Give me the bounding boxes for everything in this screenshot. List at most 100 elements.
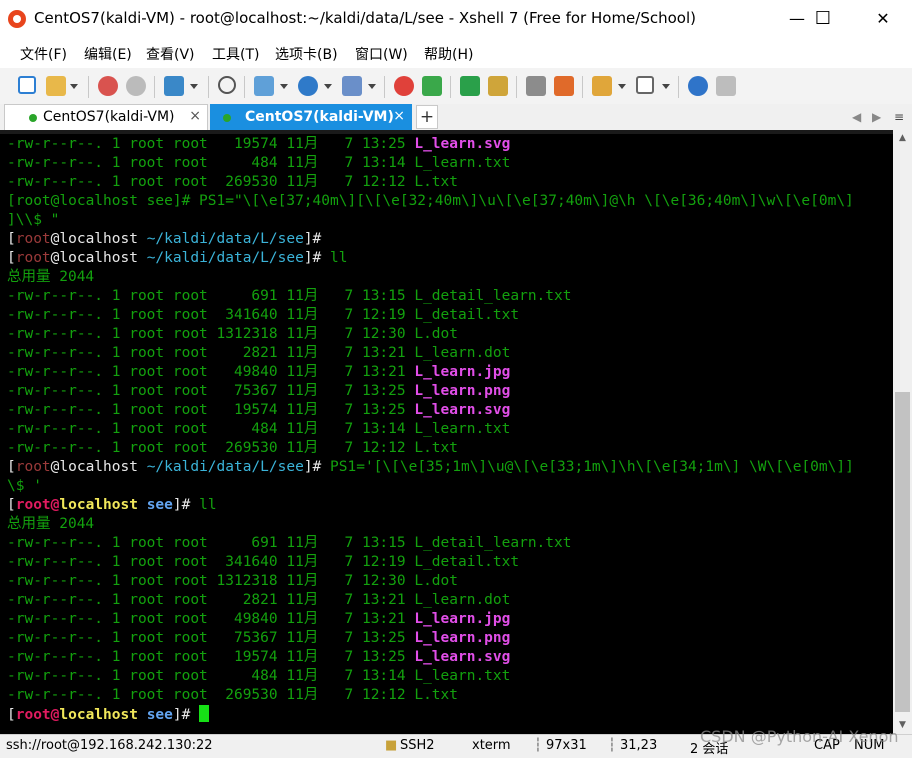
terminal-line: -rw-r--r--. 1 root root 19574 11月 7 13:2…: [7, 136, 511, 152]
terminal-line: \$ ': [7, 478, 42, 494]
terminal-line: -rw-r--r--. 1 root root 19574 11月 7 13:2…: [7, 402, 511, 418]
terminal-prompt-line: [root@localhost see]#: [7, 705, 210, 724]
terminal-line: 总用量 2044: [7, 269, 95, 285]
terminal-line: -rw-r--r--. 1 root root 49840 11月 7 13:2…: [7, 364, 511, 380]
xftp-icon[interactable]: [394, 76, 414, 96]
terminal-line: -rw-r--r--. 1 root root 75367 11月 7 13:2…: [7, 383, 511, 399]
terminal-line: -rw-r--r--. 1 root root 484 11月 7 13:14 …: [7, 421, 511, 437]
toolbar-separator: [244, 76, 245, 98]
keyboard-icon[interactable]: [526, 76, 546, 96]
find-icon[interactable]: [218, 76, 236, 94]
toolbar-separator: [154, 76, 155, 98]
terminal-line: -rw-r--r--. 1 root root 19574 11月 7 13:2…: [7, 649, 511, 665]
connected-status-icon: [223, 114, 231, 122]
open-dropdown-icon[interactable]: [70, 84, 78, 89]
globe-icon[interactable]: [298, 76, 318, 96]
terminal-line: -rw-r--r--. 1 root root 484 11月 7 13:14 …: [7, 668, 511, 684]
terminal-line: -rw-r--r--. 1 root root 341640 11月 7 12:…: [7, 554, 520, 570]
terminal-line: -rw-r--r--. 1 root root 49840 11月 7 13:2…: [7, 611, 511, 627]
chat-icon[interactable]: [716, 76, 736, 96]
terminal-prompt-line: [root@localhost ~/kaldi/data/L/see]# ll: [7, 250, 348, 266]
scroll-up-icon[interactable]: ▲: [893, 130, 912, 147]
terminal-line: -rw-r--r--. 1 root root 691 11月 7 13:15 …: [7, 535, 572, 551]
terminal-line: -rw-r--r--. 1 root root 269530 11月 7 12:…: [7, 687, 458, 703]
help-icon[interactable]: [688, 76, 708, 96]
layout-icon[interactable]: [636, 76, 654, 94]
tab-session-1[interactable]: CentOS7(kaldi-VM) ×: [4, 104, 208, 130]
position-icon: ┆: [608, 738, 616, 753]
new-session-icon[interactable]: [18, 76, 36, 94]
tab-session-2-active[interactable]: CentOS7(kaldi-VM) ×: [210, 104, 412, 130]
tab-scroll-right-icon[interactable]: ▶: [872, 110, 881, 124]
disconnect-icon[interactable]: [126, 76, 146, 96]
tab-list-icon[interactable]: ≡: [894, 110, 904, 124]
terminal-prompt-line: [root@localhost see]# ll: [7, 497, 217, 513]
toolbar-separator: [384, 76, 385, 98]
properties-icon[interactable]: [164, 76, 184, 96]
transfer-dropdown-icon[interactable]: [280, 84, 288, 89]
terminal-line: -rw-r--r--. 1 root root 1312318 11月 7 12…: [7, 326, 458, 342]
terminal-line: -rw-r--r--. 1 root root 1312318 11月 7 12…: [7, 573, 458, 589]
tab-label: CentOS7(kaldi-VM): [43, 109, 175, 125]
status-connection: ssh://root@192.168.242.130:22: [6, 738, 213, 753]
title-bar: CentOS7(kaldi-VM) - root@localhost:~/kal…: [0, 0, 912, 38]
new-folder-icon[interactable]: [592, 76, 612, 96]
toolbar-separator: [582, 76, 583, 98]
menu-tools[interactable]: 工具(T): [212, 44, 259, 64]
terminal-line: -rw-r--r--. 1 root root 691 11月 7 13:15 …: [7, 288, 572, 304]
xshell-app-icon: [8, 10, 26, 28]
terminal-line: -rw-r--r--. 1 root root 269530 11月 7 12:…: [7, 174, 458, 190]
globe-dropdown-icon[interactable]: [324, 84, 332, 89]
terminal-line: -rw-r--r--. 1 root root 75367 11月 7 13:2…: [7, 630, 511, 646]
terminal-line: ]\\$ ": [7, 212, 60, 228]
open-folder-icon[interactable]: [46, 76, 66, 96]
menu-window[interactable]: 窗口(W): [355, 44, 408, 64]
lock-icon[interactable]: [488, 76, 508, 96]
scrollbar-thumb[interactable]: [895, 392, 910, 712]
menu-view[interactable]: 查看(V): [146, 44, 195, 64]
properties-dropdown-icon[interactable]: [190, 84, 198, 89]
connected-status-icon: [29, 114, 37, 122]
tab-close-icon[interactable]: ×: [189, 108, 201, 124]
highlight-icon[interactable]: [554, 76, 574, 96]
new-tab-button[interactable]: +: [416, 105, 438, 129]
terminal-line: [root@localhost see]# PS1="\[\e[37;40m\]…: [7, 193, 854, 209]
font-icon[interactable]: [342, 76, 362, 96]
size-icon: ┆: [534, 738, 542, 753]
reconnect-icon[interactable]: [98, 76, 118, 96]
menu-edit[interactable]: 编辑(E): [84, 44, 132, 64]
status-position: 31,23: [620, 738, 658, 753]
close-button[interactable]: ✕: [860, 0, 906, 38]
toolbar: [0, 68, 912, 105]
fullscreen-icon[interactable]: [460, 76, 480, 96]
status-protocol: SSH2: [400, 738, 435, 753]
folder-dropdown-icon[interactable]: [618, 84, 626, 89]
menu-bar: 文件(F) 编辑(E) 查看(V) 工具(T) 选项卡(B) 窗口(W) 帮助(…: [0, 38, 912, 68]
menu-tabs[interactable]: 选项卡(B): [275, 44, 338, 64]
font-dropdown-icon[interactable]: [368, 84, 376, 89]
watermark: CSDN @Python-AI Xenon: [700, 727, 899, 746]
terminal-output[interactable]: -rw-r--r--. 1 root root 19574 11月 7 13:2…: [0, 130, 893, 734]
tab-label: CentOS7(kaldi-VM): [245, 109, 394, 125]
layout-dropdown-icon[interactable]: [662, 84, 670, 89]
status-size: 97x31: [546, 738, 587, 753]
xagent-icon[interactable]: [422, 76, 442, 96]
tab-close-icon[interactable]: ×: [393, 108, 405, 124]
terminal-line: -rw-r--r--. 1 root root 484 11月 7 13:14 …: [7, 155, 511, 171]
tab-scroll-left-icon[interactable]: ◀: [852, 110, 861, 124]
terminal-line: -rw-r--r--. 1 root root 269530 11月 7 12:…: [7, 440, 458, 456]
status-terminal-type: xterm: [472, 738, 511, 753]
window-title: CentOS7(kaldi-VM) - root@localhost:~/kal…: [34, 9, 696, 27]
lock-status-icon: ■: [385, 738, 398, 753]
terminal-prompt-line: [root@localhost ~/kaldi/data/L/see]#: [7, 231, 322, 247]
transfer-icon[interactable]: [254, 76, 274, 96]
menu-help[interactable]: 帮助(H): [424, 44, 473, 64]
terminal-scrollbar[interactable]: ▲ ▼: [893, 130, 912, 734]
terminal-line: -rw-r--r--. 1 root root 341640 11月 7 12:…: [7, 307, 520, 323]
toolbar-separator: [678, 76, 679, 98]
tab-bar: CentOS7(kaldi-VM) × CentOS7(kaldi-VM) × …: [0, 104, 912, 130]
terminal-cursor: [199, 705, 210, 722]
maximize-button[interactable]: ☐: [800, 0, 846, 38]
menu-file[interactable]: 文件(F): [20, 44, 67, 64]
toolbar-separator: [88, 76, 89, 98]
